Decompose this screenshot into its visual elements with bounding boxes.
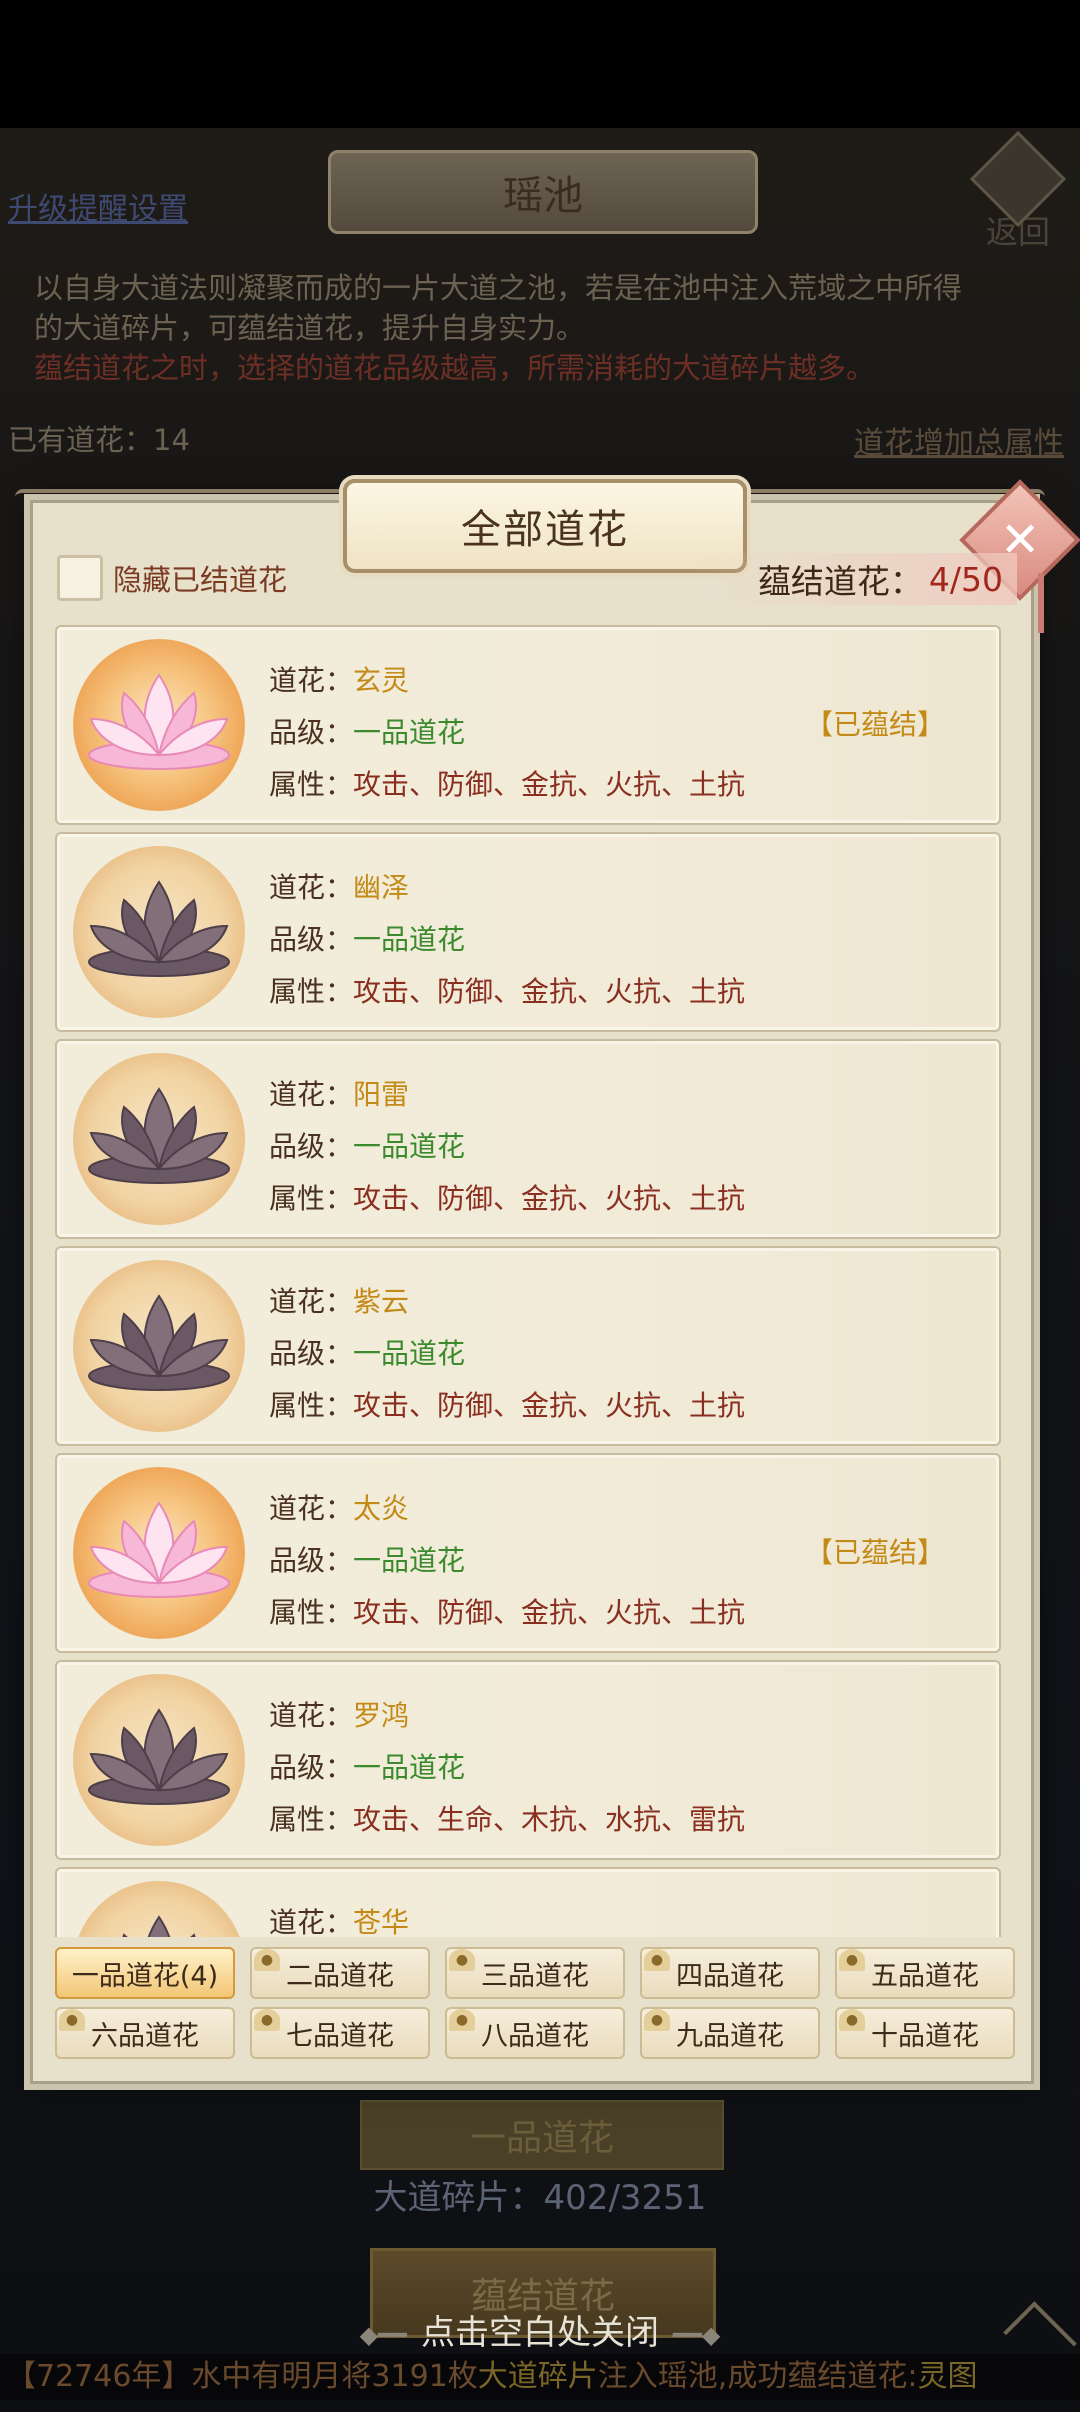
grade-tab-3[interactable]: ● 三品道花 [445,1947,625,1999]
lotus-bloom-icon [63,1461,251,1649]
flower-name: 玄灵 [353,664,410,697]
flower-info: 道花：罗鸿 品级：一品道花 属性：攻击、生命、木抗、水抗、雷抗 [269,1699,746,1836]
all-flowers-dialog: 全部道花 ✕ 隐藏已结道花 蕴结道花： 4/50 道花：玄灵 品级：一品道花 属性… [15,479,1080,2084]
total-attributes-link[interactable]: 道花增加总属性 [854,418,1064,462]
flower-card[interactable]: 道花：紫云 品级：一品道花 属性：攻击、防御、金抗、火抗、土抗 [55,1246,1001,1446]
flower-list[interactable]: 道花：玄灵 品级：一品道花 属性：攻击、防御、金抗、火抗、土抗 【已蕴结】 道花… [55,625,1003,1937]
flower-card[interactable]: 道花：幽泽 品级：一品道花 属性：攻击、防御、金抗、火抗、土抗 [55,832,1001,1032]
grade-tabs: 一品道花(4) ● 二品道花 ● 三品道花 ● 四品道花 ● 五品道花 ● 六品道花 ● 七品道花 ● 八品… [55,1947,1015,2071]
flower-info: 道花：玄灵 品级：一品道花 属性：攻击、防御、金抗、火抗、土抗 [269,664,746,801]
flower-card[interactable]: 道花：罗鸿 品级：一品道花 属性：攻击、生命、木抗、水抗、雷抗 [55,1660,1001,1860]
flower-attributes: 攻击、防御、金抗、火抗、土抗 [353,1389,746,1422]
lock-icon: ● [839,1949,865,1971]
flower-name: 阳雷 [353,1078,410,1111]
flower-name: 苍华 [353,1906,410,1937]
lock-icon: ● [449,2009,475,2031]
page-description-line-3: 蕴结道花之时，选择的道花品级越高，所需消耗的大道碎片越多。 [34,351,876,385]
upgrade-reminder-link[interactable]: 升级提醒设置 [8,184,188,228]
flower-info: 道花：紫云 品级：一品道花 属性：攻击、防御、金抗、火抗、土抗 [269,1285,746,1422]
lotus-locked-icon [63,840,251,1028]
grade-tab-7[interactable]: ● 七品道花 [250,2007,430,2059]
grade-tab-2[interactable]: ● 二品道花 [250,1947,430,1999]
lock-icon: ● [839,2009,865,2031]
grade-tab-6[interactable]: ● 六品道花 [55,2007,235,2059]
flower-grade: 一品道花 [353,1544,466,1577]
flower-attributes: 攻击、防御、金抗、火抗、土抗 [353,1596,746,1629]
flower-info: 道花：阳雷 品级：一品道花 属性：攻击、防御、金抗、火抗、土抗 [269,1078,746,1215]
grade-tab-8[interactable]: ● 八品道花 [445,2007,625,2059]
lotus-locked-icon [63,1047,251,1235]
grade-selector[interactable]: 一品道花 [360,2100,724,2170]
flower-grade: 一品道花 [353,1337,466,1370]
condensed-badge: 【已蕴结】 [805,1536,946,1569]
flower-grade: 一品道花 [353,923,466,956]
close-hint[interactable]: ◆━━ 点击空白处关闭 ━━◆ [0,2305,1080,2354]
lock-icon: ● [254,2009,280,2031]
hide-condensed-label: 隐藏已结道花 [113,563,288,597]
lock-icon: ● [59,2009,85,2031]
lock-icon: ● [644,1949,670,1971]
flower-attributes: 攻击、防御、金抗、火抗、土抗 [353,768,746,801]
grade-tab-9[interactable]: ● 九品道花 [640,2007,820,2059]
flower-info: 道花：太炎 品级：一品道花 属性：攻击、防御、金抗、火抗、土抗 [269,1492,746,1629]
grade-tab-1[interactable]: 一品道花(4) [55,1947,235,1999]
condensed-badge: 【已蕴结】 [805,708,946,741]
back-button[interactable]: 返回 [968,130,1068,251]
flower-attributes: 攻击、防御、金抗、火抗、土抗 [353,1182,746,1215]
page-title: 瑶池 [328,150,758,234]
flower-info: 道花：苍华 品级：一品道花 属性：攻击、防御、金抗、火抗、土抗 [269,1906,410,1937]
flower-card[interactable]: 道花：阳雷 品级：一品道花 属性：攻击、防御、金抗、火抗、土抗 [55,1039,1001,1239]
flower-card[interactable]: 道花：玄灵 品级：一品道花 属性：攻击、防御、金抗、火抗、土抗 【已蕴结】 [55,625,1001,825]
grade-tab-4[interactable]: ● 四品道花 [640,1947,820,1999]
tassel-ornament [1038,573,1044,633]
grade-tab-10[interactable]: ● 十品道花 [835,2007,1015,2059]
flower-name: 太炎 [353,1492,410,1525]
owned-flowers-count: 已有道花：14 [8,423,190,457]
lotus-locked-icon [63,1875,251,1937]
flower-card[interactable]: 道花：苍华 品级：一品道花 属性：攻击、防御、金抗、火抗、土抗 [55,1867,1001,1937]
page-description-line-2: 的大道碎片，可蕴结道花，提升自身实力。 [34,311,586,345]
flower-grade: 一品道花 [353,1751,466,1784]
flower-attributes: 攻击、生命、木抗、水抗、雷抗 [353,1803,746,1836]
flower-grade: 一品道花 [353,1130,466,1163]
page-description-line-1: 以自身大道法则凝聚而成的一片大道之池，若是在池中注入荒域之中所得 [34,271,963,305]
lock-icon: ● [644,2009,670,2031]
lock-icon: ● [449,1949,475,1971]
condensed-count: 蕴结道花： 4/50 [697,553,1017,605]
hide-condensed-toggle[interactable]: 隐藏已结道花 [57,555,287,601]
lock-icon: ● [254,1949,280,1971]
flower-grade: 一品道花 [353,716,466,749]
ornament-left-icon: ◆━━ [359,2320,407,2349]
flower-card[interactable]: 道花：太炎 品级：一品道花 属性：攻击、防御、金抗、火抗、土抗 【已蕴结】 [55,1453,1001,1653]
flower-name: 紫云 [353,1285,410,1318]
grade-tab-5[interactable]: ● 五品道花 [835,1947,1015,1999]
ornament-right-icon: ━━◆ [673,2320,721,2349]
flower-info: 道花：幽泽 品级：一品道花 属性：攻击、防御、金抗、火抗、土抗 [269,871,746,1008]
dialog-title: 全部道花 [343,479,747,573]
lotus-bloom-icon [63,633,251,821]
hide-condensed-checkbox[interactable] [57,555,103,601]
lotus-locked-icon [63,1254,251,1442]
lotus-locked-icon [63,1668,251,1856]
news-ticker: 【72746年】水中有明月将3191枚大道碎片注入瑶池,成功蕴结道花:灵图 [0,2354,1080,2400]
flower-attributes: 攻击、防御、金抗、火抗、土抗 [353,975,746,1008]
flower-name: 罗鸿 [353,1699,410,1732]
flower-name: 幽泽 [353,871,410,904]
fragments-count: 大道碎片：402/3251 [373,2178,707,2218]
